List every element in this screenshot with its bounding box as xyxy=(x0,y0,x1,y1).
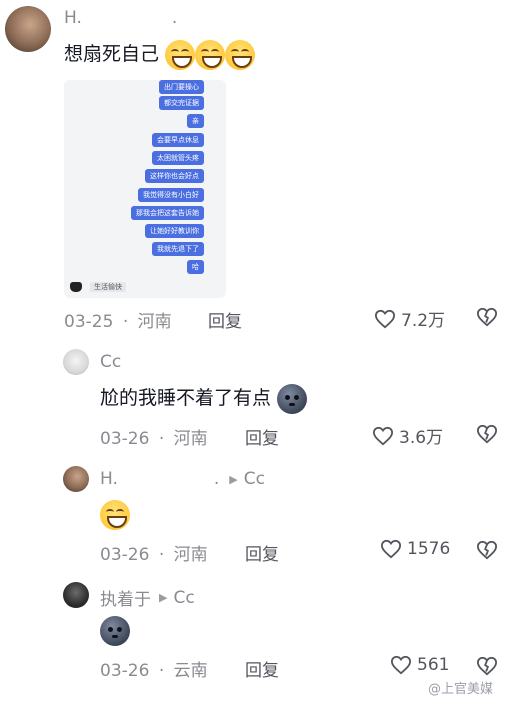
comment-date: 03-26 xyxy=(100,661,150,681)
dislike-icon xyxy=(476,540,498,560)
reply-arrow-icon: ▶ xyxy=(229,472,238,486)
grin-emoji xyxy=(225,39,256,70)
like-count: 1576 xyxy=(407,539,451,559)
chat-bubble: 那我会把这套告诉她 xyxy=(131,206,204,220)
reply-button[interactable]: 回复 xyxy=(245,424,279,449)
chat-bubble: 会要早点休息 xyxy=(152,133,204,147)
comment-text: 想扇死自己 xyxy=(64,38,256,72)
comment-date: 03-25 xyxy=(64,312,114,332)
grin-emoji xyxy=(100,500,130,530)
chat-bubble: 让她好好教训你 xyxy=(145,224,204,238)
comment-location: 河南 xyxy=(173,429,208,449)
heart-icon xyxy=(374,309,396,328)
like-count: 7.2万 xyxy=(401,311,446,331)
cat-icon xyxy=(70,282,82,292)
comment-text xyxy=(100,616,130,646)
comment-meta: 03-26 · 河南 xyxy=(100,540,208,565)
chat-bubble: 都交完证据 xyxy=(159,96,204,110)
author-name: H. xyxy=(64,8,82,28)
meta-separator: · xyxy=(158,661,165,681)
chat-caption: 生活愉快 xyxy=(90,282,126,292)
comment-text-body: 想扇死自己 xyxy=(64,43,160,65)
chat-bubble: 哈 xyxy=(187,260,204,274)
dislike-button[interactable] xyxy=(476,540,498,560)
like-button[interactable]: 3.6万 xyxy=(372,423,443,448)
comment-meta: 03-26 · 河南 xyxy=(100,424,208,449)
comment-location: 云南 xyxy=(173,661,208,681)
chat-bubble: 这样你也会好点 xyxy=(145,169,204,183)
dislike-button[interactable] xyxy=(476,424,498,444)
comment-date: 03-26 xyxy=(100,545,150,565)
reply-button[interactable]: 回复 xyxy=(245,540,279,565)
comment-author[interactable]: H.. xyxy=(64,8,177,28)
meta-separator: · xyxy=(158,429,165,449)
watermark: @上官美媒 xyxy=(428,682,494,697)
heart-icon xyxy=(380,539,402,559)
comment-author[interactable]: H. . ▶ Cc xyxy=(100,469,265,489)
chat-bubble: 太困就管头疼 xyxy=(152,151,204,165)
reply-target-name[interactable]: Cc xyxy=(244,469,265,489)
reply-button[interactable]: 回复 xyxy=(208,307,242,332)
chat-footer: 生活愉快 xyxy=(70,282,126,292)
avatar[interactable] xyxy=(63,582,89,608)
like-count: 561 xyxy=(417,655,450,675)
dislike-icon xyxy=(476,424,498,444)
heart-icon xyxy=(390,655,412,675)
meta-separator: · xyxy=(122,312,129,332)
heart-icon xyxy=(372,426,394,445)
avatar[interactable] xyxy=(63,466,89,492)
comment-text xyxy=(100,500,130,530)
meta-separator: · xyxy=(158,545,165,565)
sleepy-emoji xyxy=(277,383,308,414)
dislike-button[interactable] xyxy=(476,656,498,676)
grin-emoji xyxy=(165,39,196,70)
reply-arrow-icon: ▶ xyxy=(159,591,168,604)
chat-bubble: 亲 xyxy=(187,114,204,128)
chat-bubble: 出门要操心 xyxy=(159,80,204,94)
comment-author[interactable]: 执着于 ▶ Cc xyxy=(100,585,195,611)
author-name-suffix: . xyxy=(171,8,178,28)
avatar[interactable] xyxy=(5,6,51,52)
comment-location: 河南 xyxy=(137,312,172,332)
chat-bubble: 我就先退下了 xyxy=(152,242,204,256)
comment-date: 03-26 xyxy=(100,429,150,449)
comment-text: 尬的我睡不着了有点 xyxy=(100,382,308,416)
reply-button[interactable]: 回复 xyxy=(245,656,279,681)
author-name: 执着于 xyxy=(100,590,151,610)
author-name: H. xyxy=(100,469,118,489)
chat-bubble: 我觉得没有小白好 xyxy=(138,188,204,202)
reply-target-name[interactable]: Cc xyxy=(173,588,194,608)
comment-text-body: 尬的我睡不着了有点 xyxy=(100,387,272,409)
attached-chat-screenshot[interactable]: 出门要操心 都交完证据 亲 会要早点休息 太困就管头疼 这样你也会好点 我觉得没… xyxy=(64,80,226,298)
dislike-button[interactable] xyxy=(476,307,498,327)
author-name-suffix: . xyxy=(213,469,220,489)
like-count: 3.6万 xyxy=(399,428,444,448)
dislike-icon xyxy=(476,307,498,327)
like-button[interactable]: 561 xyxy=(390,655,449,675)
like-button[interactable]: 7.2万 xyxy=(374,306,445,331)
comment-meta: 03-26 · 云南 xyxy=(100,656,208,681)
dislike-icon xyxy=(476,656,498,676)
comment-meta: 03-25 · 河南 xyxy=(64,307,172,332)
comment-author[interactable]: Cc xyxy=(100,352,121,372)
sleepy-emoji xyxy=(100,616,130,646)
like-button[interactable]: 1576 xyxy=(380,539,450,559)
comment-location: 河南 xyxy=(173,545,208,565)
grin-emoji xyxy=(195,39,226,70)
avatar[interactable] xyxy=(63,349,89,375)
